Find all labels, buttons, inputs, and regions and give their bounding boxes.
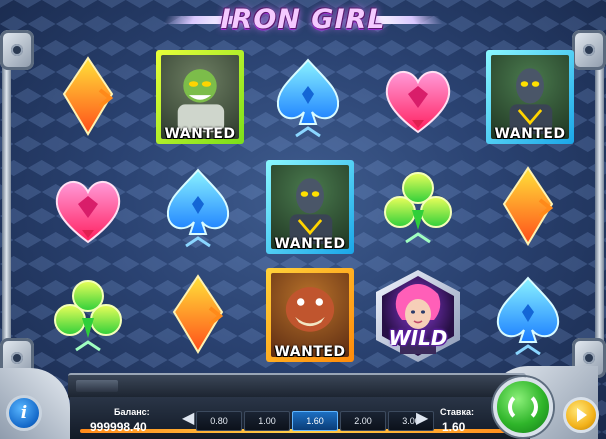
wanted-card: WANTED xyxy=(266,268,354,362)
blue-spade-icon xyxy=(166,168,230,248)
green-club-icon xyxy=(54,280,122,352)
wild-label: WILD xyxy=(388,326,448,350)
pink-heart-symbol xyxy=(368,50,468,146)
orange-diamond-symbol xyxy=(148,268,248,364)
orange-diamond-icon xyxy=(62,56,114,136)
orange-diamond-symbol xyxy=(38,50,138,146)
orange-diamond-icon xyxy=(502,166,554,246)
orange-diamond-symbol xyxy=(478,160,578,256)
balance-label: Баланс: xyxy=(114,407,150,417)
green-club-icon xyxy=(384,172,452,244)
bet-option-button[interactable]: 1.00 xyxy=(244,411,290,431)
blue-spade-icon xyxy=(496,276,560,356)
bet-selector: 0.80 1.00 1.60 2.00 3.00 xyxy=(196,411,436,431)
wanted-robot-symbol: WANTED xyxy=(478,50,578,146)
bet-decrease-icon[interactable]: ◀ xyxy=(182,408,194,427)
wanted-alien-symbol: WANTED xyxy=(148,50,248,146)
blue-spade-symbol xyxy=(478,268,578,364)
wanted-label: WANTED xyxy=(164,126,236,142)
bet-option-button[interactable]: 1.60 xyxy=(292,411,338,431)
pink-heart-icon xyxy=(385,71,451,134)
bet-option-button[interactable]: 2.00 xyxy=(340,411,386,431)
blue-spade-symbol xyxy=(148,160,248,256)
wanted-card: WANTED xyxy=(156,50,244,144)
wanted-label: WANTED xyxy=(274,344,346,360)
message-bar xyxy=(68,373,526,399)
blue-spade-symbol xyxy=(258,50,358,146)
orange-diamond-icon xyxy=(172,274,224,354)
blue-spade-icon xyxy=(276,58,340,138)
pink-heart-symbol xyxy=(38,160,138,256)
info-button[interactable]: i xyxy=(6,395,42,431)
wanted-label: WANTED xyxy=(274,236,346,252)
wanted-card: WANTED xyxy=(486,50,574,144)
wanted-brute-symbol: WANTED xyxy=(258,268,358,364)
bet-value: 1.60 xyxy=(442,420,466,434)
pink-heart-icon xyxy=(55,181,121,244)
frame-rail-right xyxy=(595,40,604,367)
green-club-symbol xyxy=(38,268,138,364)
bet-increase-icon[interactable]: ▶ xyxy=(416,408,428,427)
frame-bolt-icon xyxy=(0,30,34,70)
wanted-card: WANTED xyxy=(266,160,354,254)
wanted-robot-symbol: WANTED xyxy=(258,160,358,256)
frame-rail-left xyxy=(2,40,11,367)
balance-value: 999998.40 xyxy=(90,420,147,434)
bet-option-button[interactable]: 0.80 xyxy=(196,411,242,431)
spin-button[interactable] xyxy=(493,377,553,437)
wild-iron-girl-symbol: WILD xyxy=(368,268,468,364)
green-club-symbol xyxy=(368,160,468,256)
wanted-label: WANTED xyxy=(494,126,566,142)
game-title: IRON GIRL xyxy=(220,4,386,35)
bet-label: Ставка: xyxy=(440,407,474,417)
game-logo: IRON GIRL xyxy=(162,4,444,38)
autoplay-button[interactable] xyxy=(563,397,599,433)
